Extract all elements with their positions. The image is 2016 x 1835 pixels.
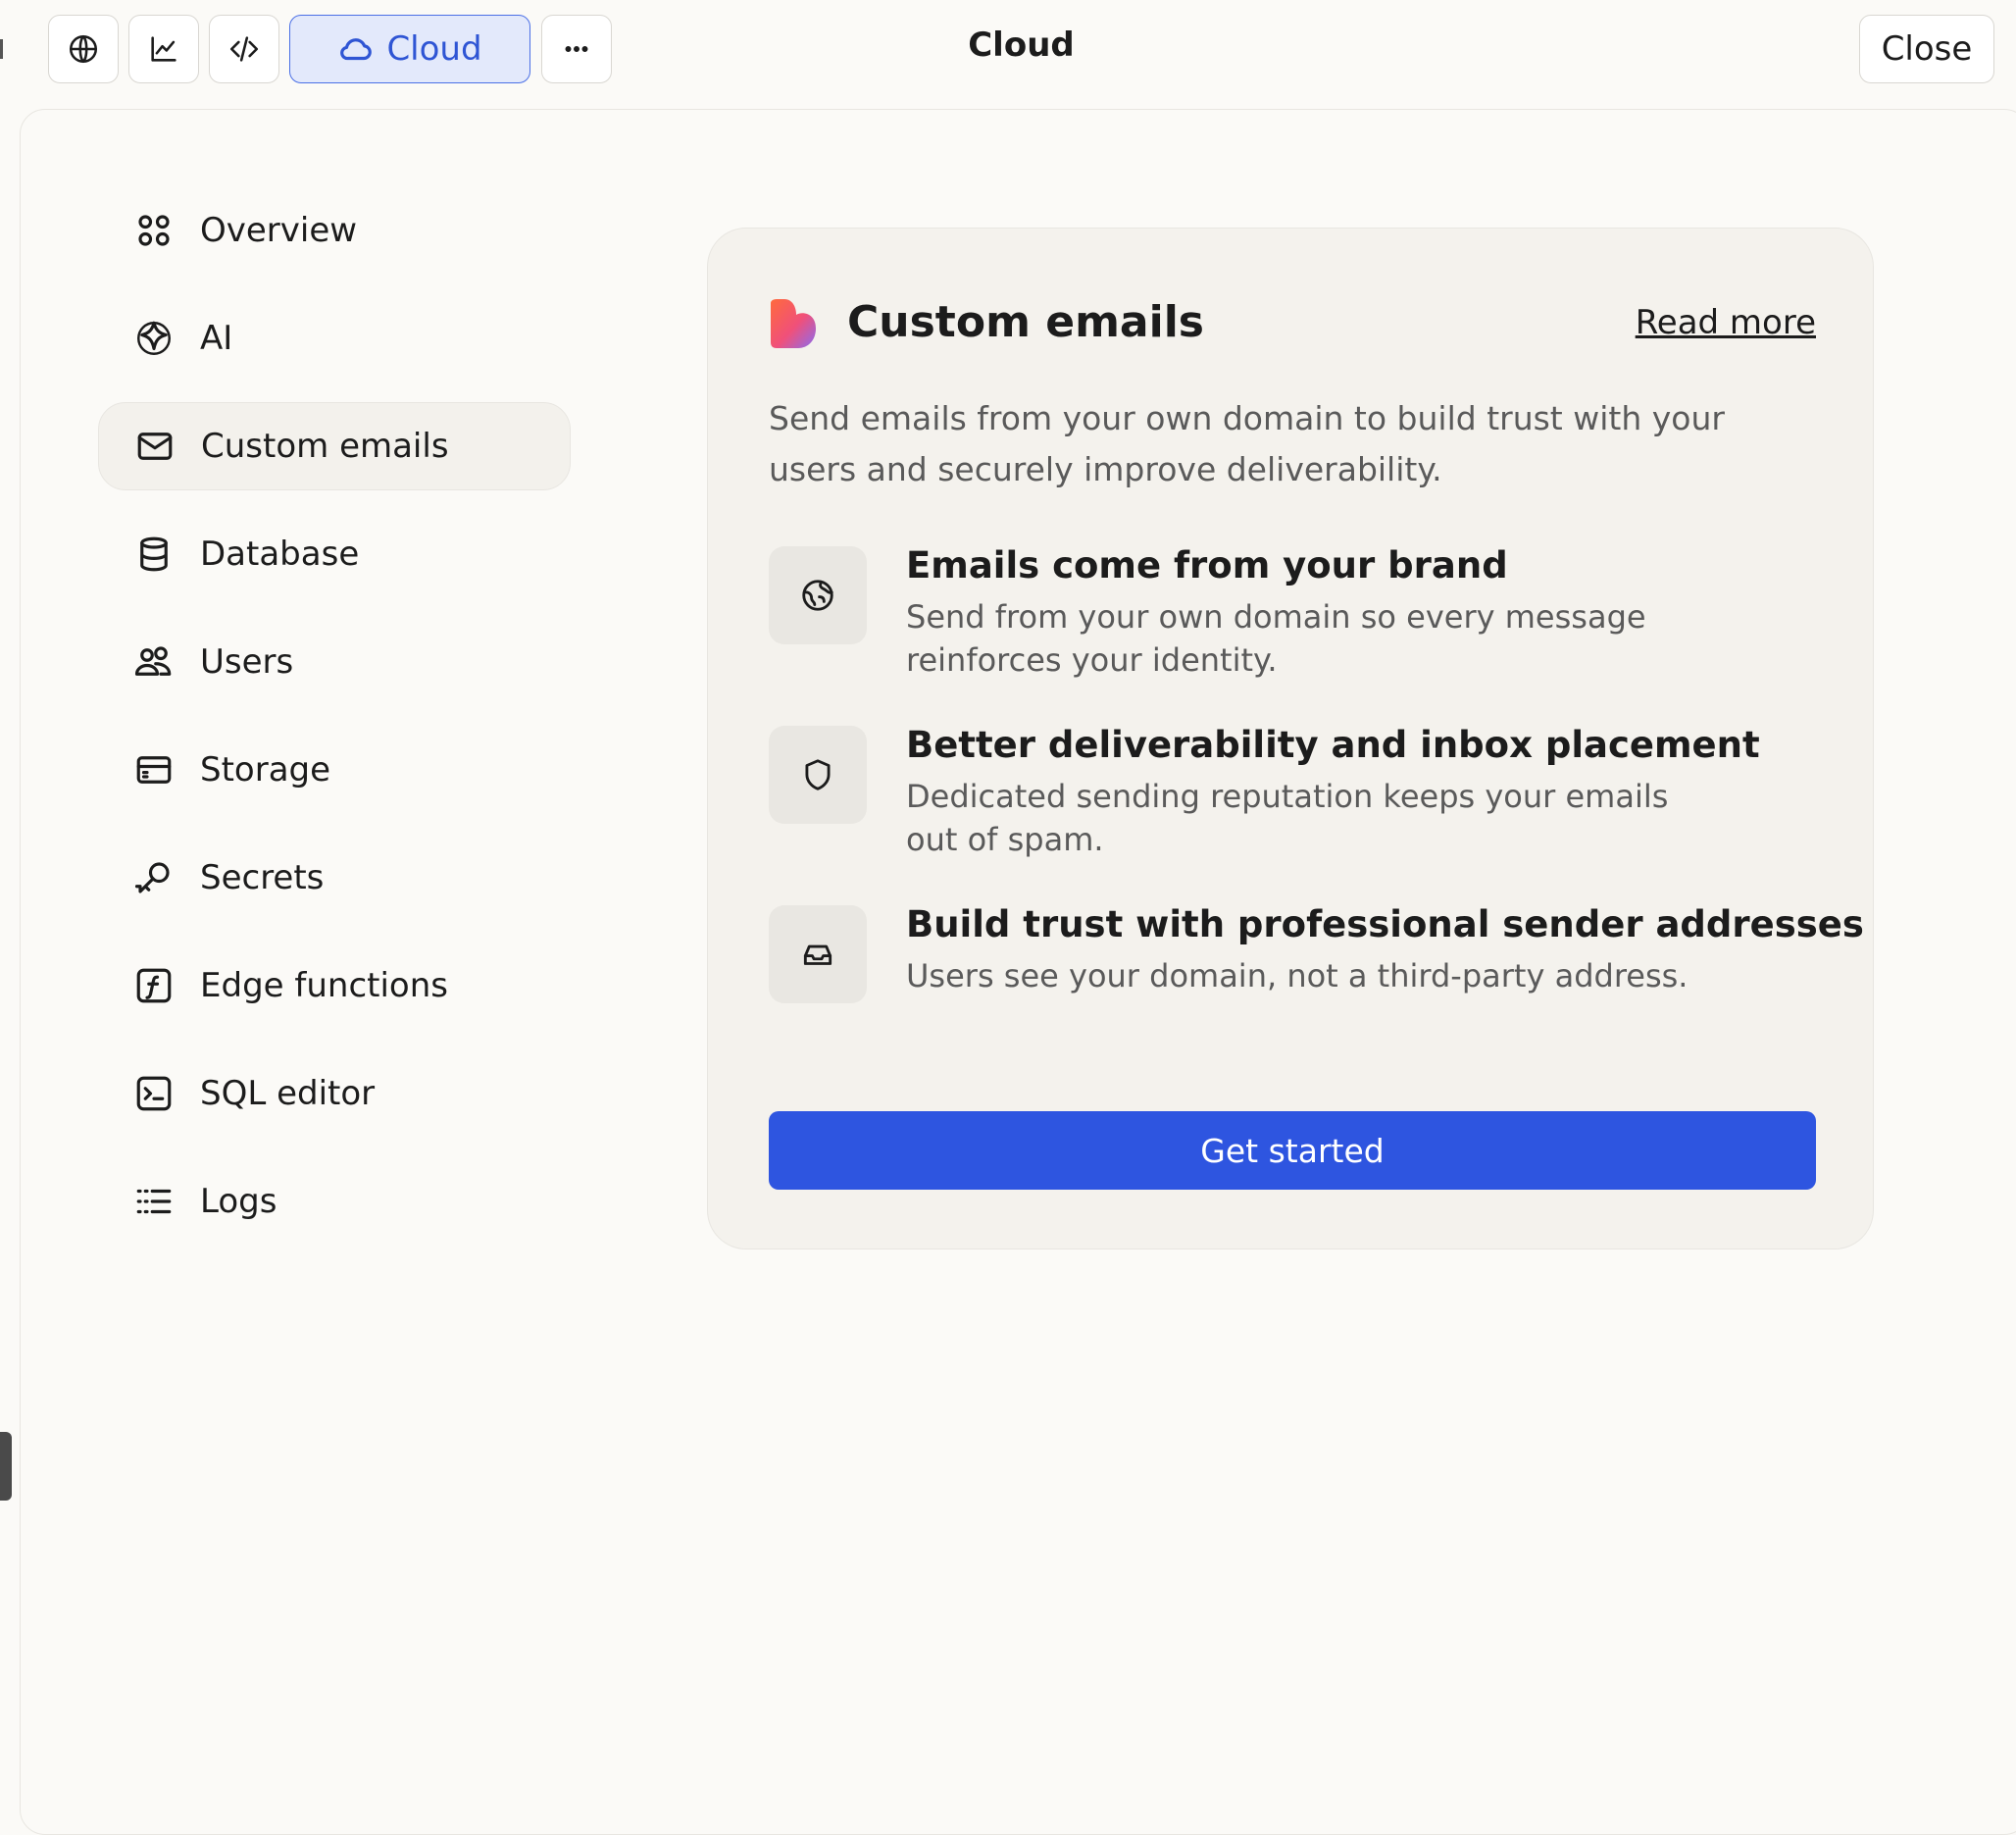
feature-icon-box bbox=[769, 905, 867, 1003]
storage-icon bbox=[136, 756, 172, 784]
sidebar-nav: Overview AI Custom emails Database Users… bbox=[98, 186, 571, 1265]
feature-icon-box bbox=[769, 726, 867, 824]
page-title: Cloud bbox=[968, 25, 1075, 65]
sidebar-item-users[interactable]: Users bbox=[98, 618, 571, 706]
sidebar-item-label: SQL editor bbox=[200, 1074, 376, 1113]
users-icon bbox=[134, 646, 172, 676]
sidebar-item-label: Logs bbox=[200, 1182, 277, 1221]
grid-icon bbox=[138, 215, 170, 246]
database-icon bbox=[140, 536, 168, 572]
sidebar-item-label: Storage bbox=[200, 750, 331, 790]
feature-text: Send from your own domain so every messa… bbox=[906, 598, 1646, 679]
close-button[interactable]: Close bbox=[1859, 15, 1994, 83]
feature-title: Emails come from your brand bbox=[906, 544, 1508, 586]
sidebar-item-logs[interactable]: Logs bbox=[98, 1157, 571, 1246]
sidebar-item-label: Custom emails bbox=[201, 427, 449, 466]
sidebar-item-overview[interactable]: Overview bbox=[98, 186, 571, 275]
sidebar-item-sql-editor[interactable]: SQL editor bbox=[98, 1049, 571, 1138]
resize-handle[interactable] bbox=[0, 1432, 12, 1501]
sidebar-item-label: Secrets bbox=[200, 858, 325, 897]
feature-text: Dedicated sending reputation keeps your … bbox=[906, 778, 1669, 858]
sidebar-item-label: Overview bbox=[200, 211, 358, 250]
sidebar-item-secrets[interactable]: Secrets bbox=[98, 834, 571, 922]
sparkle-icon bbox=[137, 321, 171, 355]
feature-text: Users see your domain, not a third-party… bbox=[906, 957, 1688, 994]
feature-title: Build trust with professional sender add… bbox=[906, 903, 1864, 945]
sidebar-item-label: Edge functions bbox=[200, 966, 448, 1005]
feature-icon-box bbox=[769, 546, 867, 644]
sidebar-item-label: Users bbox=[200, 642, 294, 682]
custom-emails-card: Custom emails Read more Send emails from… bbox=[707, 228, 1874, 1249]
card-header: Custom emails Read more bbox=[769, 295, 1816, 354]
key-icon bbox=[134, 862, 170, 893]
get-started-button[interactable]: Get started bbox=[769, 1111, 1816, 1190]
sidebar-item-storage[interactable]: Storage bbox=[98, 726, 571, 814]
inbox-icon bbox=[803, 944, 832, 965]
globe-icon bbox=[802, 580, 833, 611]
read-more-link[interactable]: Read more bbox=[1636, 303, 1816, 342]
mail-icon bbox=[137, 433, 173, 460]
shield-icon bbox=[805, 759, 831, 790]
list-icon bbox=[136, 1189, 172, 1214]
sidebar-item-label: Database bbox=[200, 535, 360, 574]
feature-title: Better deliverability and inbox placemen… bbox=[906, 724, 1760, 766]
heart-logo-icon bbox=[771, 299, 816, 348]
function-icon bbox=[136, 968, 172, 1003]
terminal-icon bbox=[136, 1076, 172, 1111]
sidebar-item-custom-emails[interactable]: Custom emails bbox=[98, 402, 571, 490]
sidebar-item-label: AI bbox=[200, 319, 233, 358]
sidebar-item-database[interactable]: Database bbox=[98, 510, 571, 598]
card-title: Custom emails bbox=[847, 297, 1204, 347]
sidebar-item-ai[interactable]: AI bbox=[98, 294, 571, 382]
top-toolbar: Cloud Cloud Close bbox=[0, 0, 2016, 98]
card-description: Send emails from your own domain to buil… bbox=[769, 399, 1725, 488]
sidebar-item-edge-functions[interactable]: Edge functions bbox=[98, 942, 571, 1030]
